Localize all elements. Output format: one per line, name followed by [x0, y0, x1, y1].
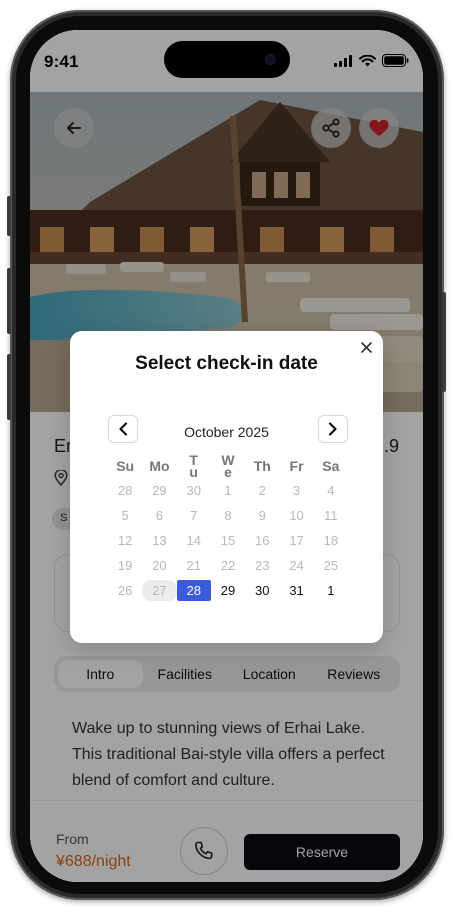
weekday-label: We — [221, 451, 235, 480]
weekday-label: Tu — [189, 451, 198, 480]
volume-up-button — [7, 268, 11, 334]
volume-down-button — [7, 354, 11, 420]
calendar-day[interactable]: 31 — [279, 580, 313, 601]
date-picker-modal: Select check-in date October 2025 Su Mo … — [70, 331, 383, 643]
calendar-day: 16 — [255, 533, 270, 548]
calendar-week: 19 20 21 22 23 24 25 — [108, 553, 348, 578]
chevron-right-icon — [328, 422, 337, 436]
weekday-label: Fr — [289, 457, 304, 474]
calendar-day: 18 — [323, 533, 339, 548]
calendar-day: 3 — [292, 483, 301, 498]
weekday-label: Mo — [149, 457, 170, 474]
calendar-day: 11 — [324, 508, 338, 523]
calendar-day: 2 — [258, 483, 266, 498]
calendar-week: 26 27 28 29 30 31 1 — [108, 578, 348, 603]
calendar-day: 14 — [186, 533, 201, 548]
next-month-button[interactable] — [318, 415, 348, 443]
action-button — [7, 196, 11, 236]
calendar-day: 28 — [117, 483, 133, 498]
calendar-day-selected[interactable]: 28 — [176, 580, 211, 601]
calendar-day: 1 — [224, 483, 232, 498]
calendar-grid: Su Mo Tu We Th Fr Sa 28 29 30 1 2 3 4 5 … — [108, 453, 348, 603]
calendar-day: 15 — [220, 533, 236, 548]
weekday-label: Sa — [322, 457, 340, 474]
power-button — [442, 292, 446, 392]
calendar-day: 29 — [152, 483, 167, 498]
calendar-day[interactable]: 1 — [314, 580, 348, 601]
weekday-label: Th — [253, 457, 271, 474]
weekday-header: Su Mo Tu We Th Fr Sa — [108, 451, 348, 480]
calendar-day: 20 — [152, 558, 167, 573]
close-icon — [360, 341, 372, 353]
calendar-week: 5 6 7 8 9 10 11 — [108, 503, 348, 528]
calendar-day: 6 — [155, 508, 164, 523]
calendar-day: 25 — [323, 558, 339, 573]
calendar-day: 4 — [327, 483, 335, 498]
calendar-week: 28 29 30 1 2 3 4 — [108, 478, 348, 503]
calendar-day-today: 27 — [142, 580, 177, 601]
close-button[interactable] — [359, 340, 373, 354]
phone-screen: 9:41 Er .9 S Intro Facilities Location R… — [30, 30, 423, 882]
calendar-day: 8 — [224, 508, 232, 523]
calendar-day[interactable]: 29 — [211, 580, 245, 601]
calendar-day: 17 — [289, 533, 304, 548]
calendar-week: 12 13 14 15 16 17 18 — [108, 528, 348, 553]
calendar-day: 30 — [186, 483, 201, 498]
calendar-day: 26 — [117, 583, 133, 598]
calendar-day: 12 — [117, 533, 133, 548]
calendar-day: 23 — [255, 558, 270, 573]
calendar-day: 7 — [190, 508, 198, 523]
calendar-day: 19 — [117, 558, 133, 573]
calendar-day: 24 — [289, 557, 304, 573]
calendar-day: 13 — [152, 533, 167, 548]
calendar-day: 9 — [258, 508, 266, 523]
calendar-day[interactable]: 30 — [245, 580, 279, 601]
calendar-day: 22 — [220, 558, 236, 573]
calendar-day: 5 — [121, 508, 129, 523]
calendar-day: 10 — [289, 508, 304, 523]
weekday-label: Su — [116, 457, 135, 474]
modal-title: Select check-in date — [135, 353, 318, 374]
calendar-day: 21 — [186, 558, 201, 573]
